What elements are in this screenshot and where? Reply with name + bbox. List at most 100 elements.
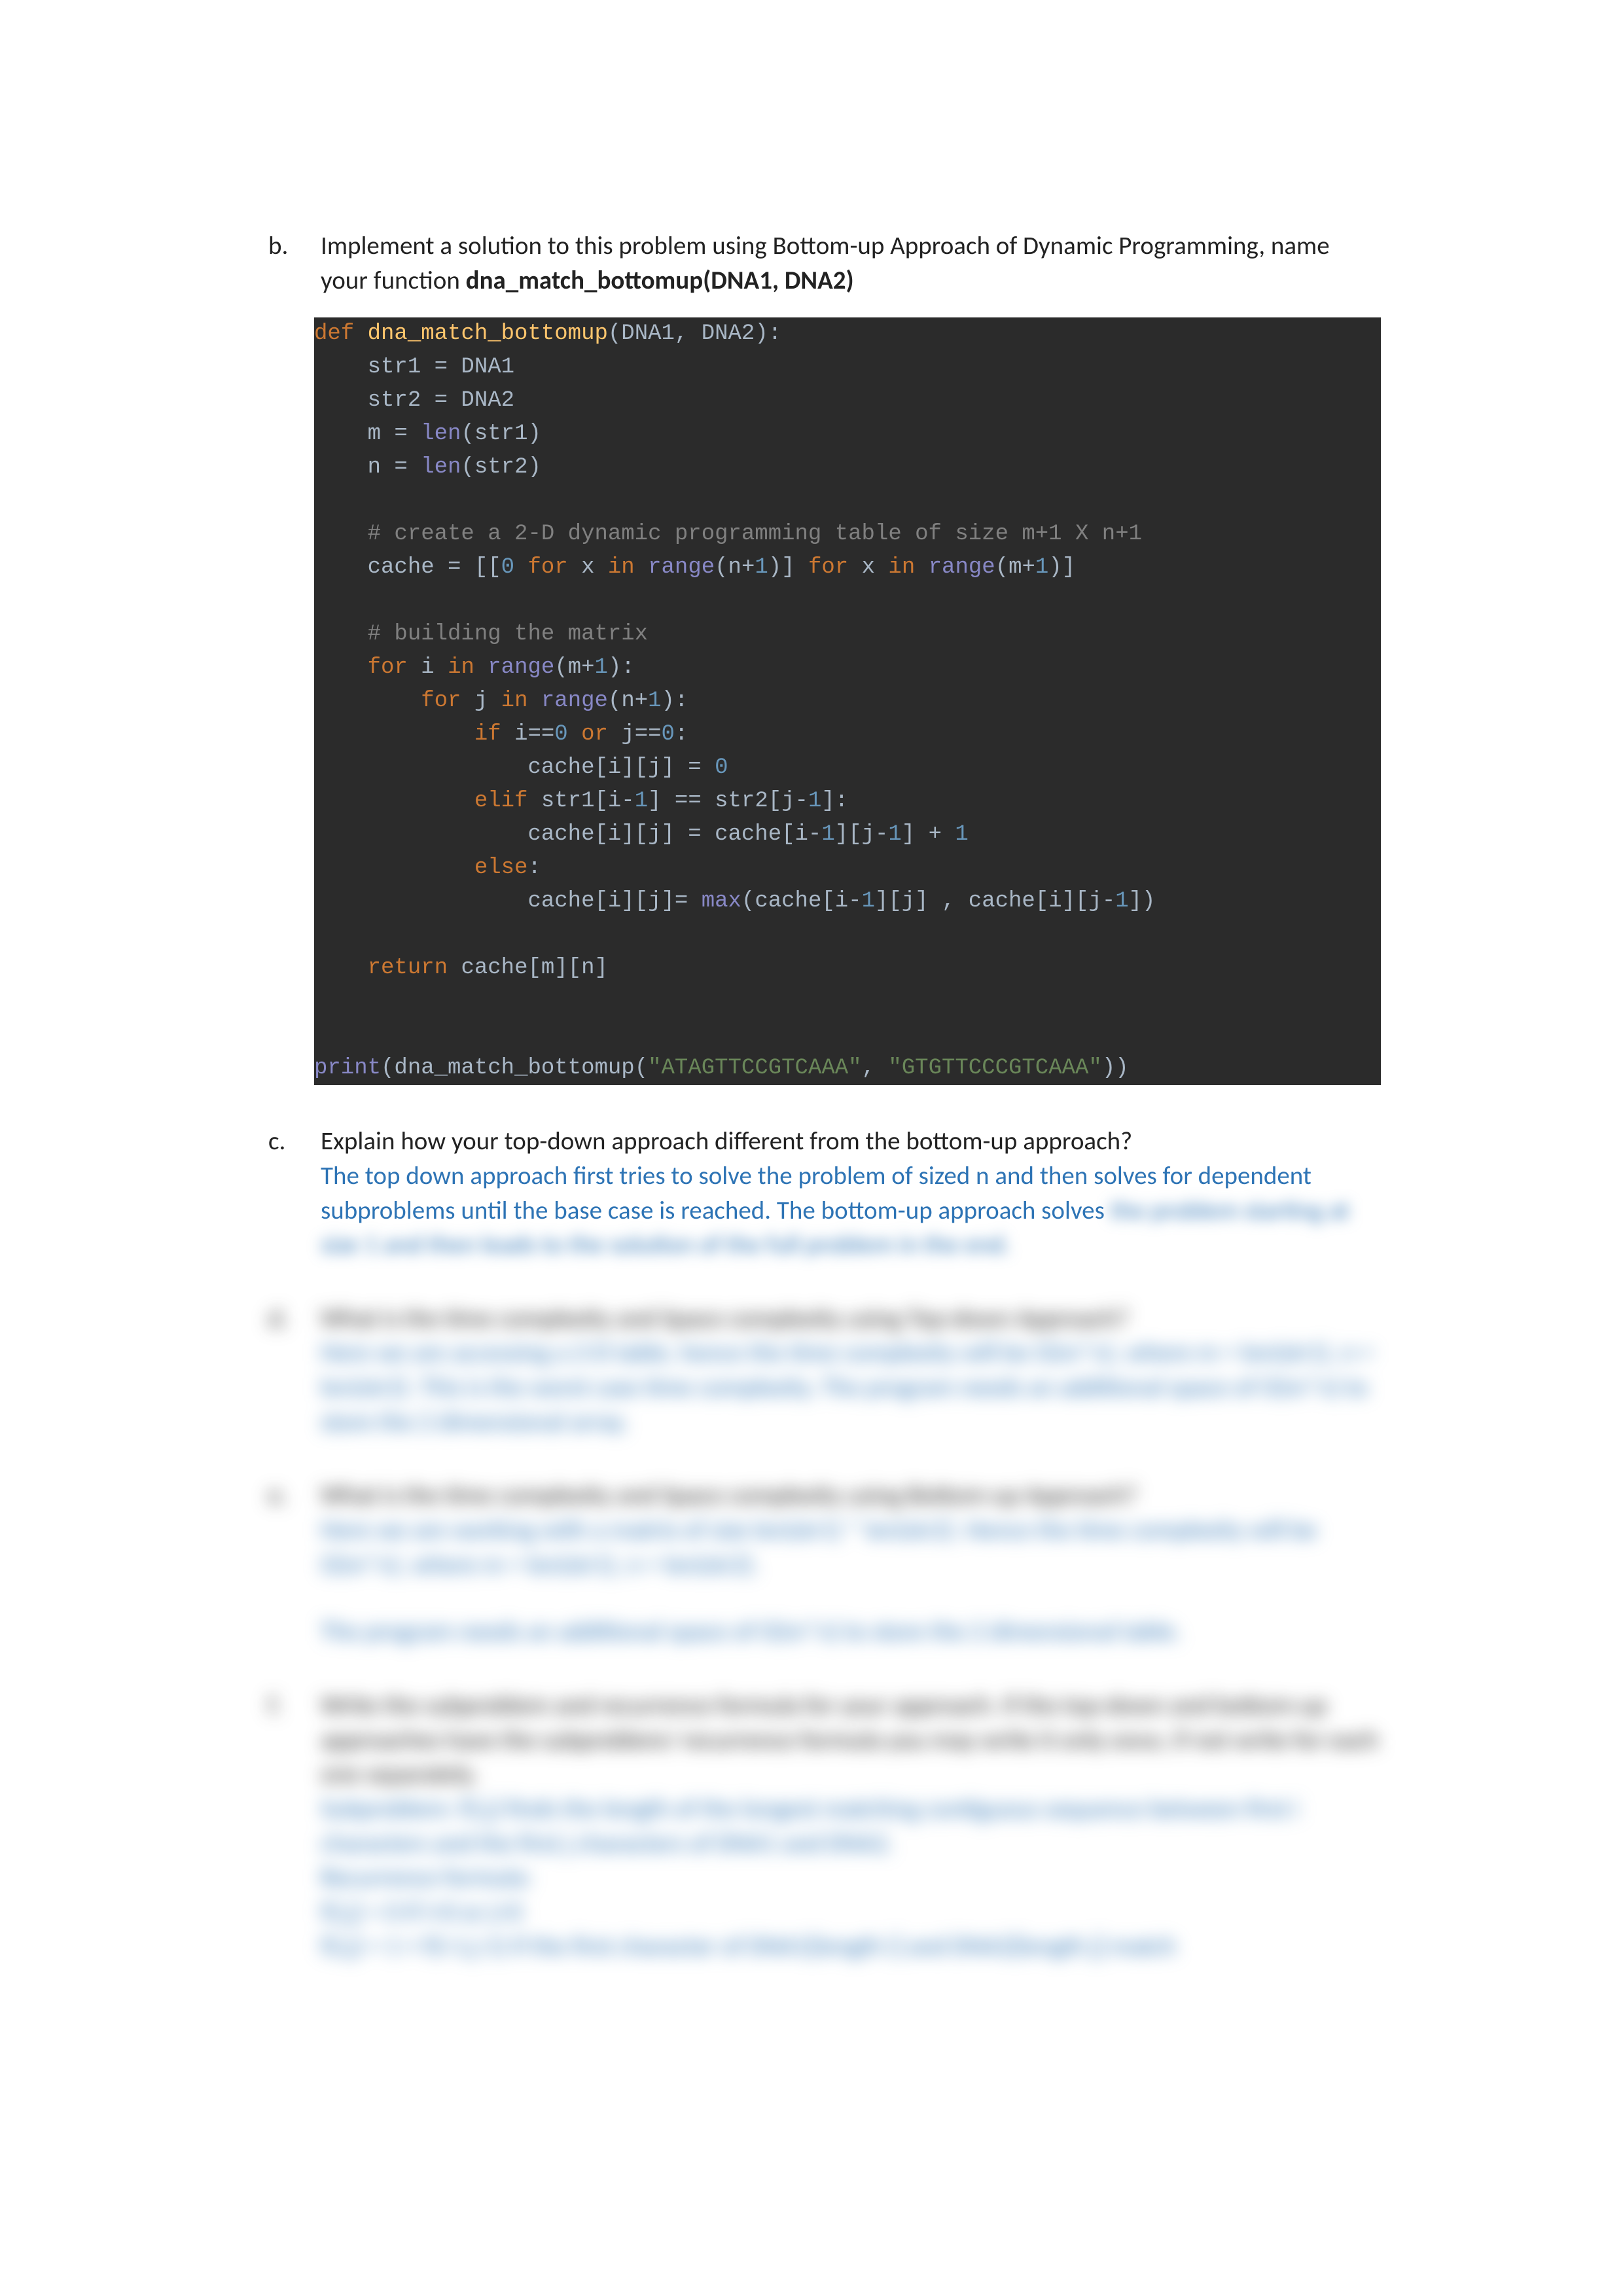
fn-params: (DNA1, DNA2): — [608, 321, 781, 346]
item-marker-e: e. — [262, 1479, 321, 1649]
question-f: Write the subproblem and recurrence form… — [321, 1689, 1381, 1792]
code-line-5b: (str2) — [461, 455, 541, 480]
indent-11 — [314, 722, 474, 747]
gap-2 — [262, 1459, 1381, 1479]
gap-1 — [262, 1282, 1381, 1302]
num-1-5: 1 — [635, 789, 648, 814]
builtin-max: max — [702, 889, 741, 914]
item-marker-b: b. — [262, 229, 321, 298]
question-d: What is the time complexity and Space co… — [321, 1302, 1381, 1336]
kw-if: if — [474, 722, 514, 747]
call-end: )) — [1102, 1056, 1129, 1081]
code-line-2: str1 = DNA1 — [314, 355, 514, 380]
kw-in-1: in — [595, 555, 649, 580]
kw-return: return — [368, 956, 461, 980]
num-1-6: 1 — [808, 789, 821, 814]
kw-for-3: for — [368, 655, 421, 680]
ret-val: cache[m][n] — [461, 956, 607, 980]
indent-9 — [314, 655, 368, 680]
colon-1: : — [675, 722, 688, 747]
list-item-f: f. Write the subproblem and recurrence f… — [262, 1689, 1381, 1964]
assign-diag-b: ][j- — [835, 822, 889, 847]
indent-10 — [314, 689, 421, 713]
kw-for-4: for — [421, 689, 474, 713]
assign-diag-a: cache[i][j] = cache[i- — [314, 822, 821, 847]
kw-else: else — [474, 855, 528, 880]
cond-str-end: ]: — [821, 789, 848, 814]
num-1-4: 1 — [648, 689, 661, 713]
builtin-len-2: len — [421, 455, 461, 480]
cond-j: j== — [621, 722, 661, 747]
code-7d: (m+ — [995, 555, 1035, 580]
answer-e-1: Here we are working with a matrix of siz… — [321, 1513, 1381, 1582]
fn-name: dna_match_bottomup — [368, 321, 608, 346]
num-0-1: 0 — [501, 555, 514, 580]
code-line-3: str2 = DNA2 — [314, 388, 514, 413]
num-1-10: 1 — [862, 889, 875, 914]
kw-for-1: for — [514, 555, 581, 580]
var-x-2: x — [862, 555, 875, 580]
function-name-b: dna_match_bottomup(DNA1, DNA2) — [466, 265, 854, 296]
num-1-1: 1 — [755, 555, 768, 580]
assign-diag-c: ] + — [902, 822, 955, 847]
kw-for-2: for — [808, 555, 862, 580]
comment-1: # create a 2-D dynamic programming table… — [314, 522, 1142, 547]
assign-max-d: ]) — [1129, 889, 1156, 914]
num-1-7: 1 — [821, 822, 834, 847]
code-line-4a: m = — [314, 422, 421, 446]
list-item-d: d. What is the time complexity and Space… — [262, 1302, 1381, 1440]
call-sep: , — [862, 1056, 889, 1081]
num-1-3: 1 — [595, 655, 608, 680]
builtin-print: print — [314, 1056, 381, 1081]
indent-13 — [314, 789, 474, 814]
var-j: j — [474, 689, 501, 713]
num-0-3: 0 — [662, 722, 675, 747]
code-7b: (n+ — [715, 555, 755, 580]
list-item-c: c. Explain how your top-down approach di… — [262, 1124, 1381, 1263]
call-a: (dna_match_bottomup( — [381, 1056, 648, 1081]
kw-def: def — [314, 321, 354, 346]
code-line-5a: n = — [314, 455, 421, 480]
indent-ret — [314, 956, 368, 980]
question-e: What is the time complexity and Space co… — [321, 1479, 1381, 1513]
item-body-f: Write the subproblem and recurrence form… — [321, 1689, 1381, 1964]
code-9e: (m+ — [554, 655, 594, 680]
builtin-range-1: range — [648, 555, 715, 580]
code-10c: (n+ — [608, 689, 648, 713]
list-item-b: b. Implement a solution to this problem … — [262, 229, 1381, 298]
code-7c: )] — [768, 555, 808, 580]
var-x-1: x — [581, 555, 594, 580]
builtin-len-1: len — [421, 422, 461, 446]
kw-elif: elif — [474, 789, 541, 814]
kw-or: or — [568, 722, 622, 747]
assign-max-a: cache[i][j]= — [314, 889, 702, 914]
item-body-e: What is the time complexity and Space co… — [321, 1479, 1381, 1649]
cond-i: i== — [514, 722, 554, 747]
code-line-4b: (str1) — [461, 422, 541, 446]
var-i: i — [421, 655, 448, 680]
num-0-4: 0 — [715, 755, 728, 780]
kw-in-4: in — [501, 689, 541, 713]
code-10d: ): — [662, 689, 688, 713]
num-0-2: 0 — [554, 722, 567, 747]
assign-0: cache[i][j] = — [314, 755, 715, 780]
builtin-range-4: range — [541, 689, 608, 713]
kw-in-3: in — [448, 655, 488, 680]
question-c: Explain how your top-down approach diffe… — [321, 1124, 1381, 1159]
indent-15 — [314, 855, 474, 880]
document-page: b. Implement a solution to this problem … — [0, 0, 1623, 2180]
code-7e: )] — [1048, 555, 1075, 580]
answer-e-2: The program needs an additional space of… — [321, 1615, 1381, 1649]
code-block-bottomup: def dna_match_bottomup(DNA1, DNA2): str1… — [314, 317, 1381, 1085]
assign-max-c: ][j] , cache[i][j- — [875, 889, 1115, 914]
num-1-8: 1 — [888, 822, 901, 847]
item-body-c: Explain how your top-down approach diffe… — [321, 1124, 1381, 1263]
kw-in-2: in — [875, 555, 929, 580]
num-1-2: 1 — [1035, 555, 1048, 580]
item-marker-d: d. — [262, 1302, 321, 1440]
cond-str1: str1[i- — [541, 789, 635, 814]
comment-2: # building the matrix — [314, 622, 648, 647]
builtin-range-3: range — [488, 655, 554, 680]
cond-str2: ] == str2[j- — [648, 789, 808, 814]
code-9f: ): — [608, 655, 635, 680]
